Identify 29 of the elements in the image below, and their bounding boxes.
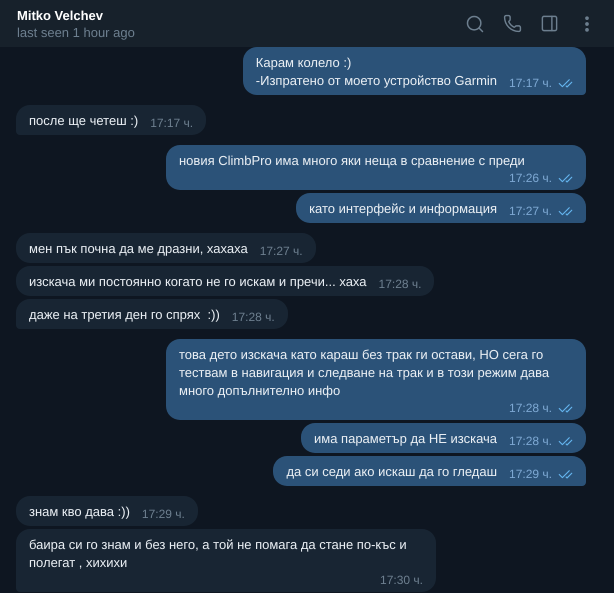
message-text: да си седи ако искаш да го гледаш [286, 463, 498, 481]
message-time: 17:29 ч. [142, 506, 185, 522]
message-text: изскача ми постоянно когато не го искам и пречи... хаха [29, 273, 367, 291]
message-time: 17:28 ч. [509, 400, 552, 416]
message-text: после ще четеш :) [29, 112, 138, 130]
message-text: мен пък почна да ме дразни, хахаха [29, 240, 248, 258]
search-icon[interactable] [465, 14, 485, 34]
message-text: даже на третия ден го спрях :)) [29, 306, 220, 324]
phone-icon[interactable] [503, 14, 522, 33]
message-time: 17:28 ч. [378, 276, 422, 292]
message-time: 17:26 ч. [509, 170, 552, 186]
message-time: 17:17 ч. [150, 115, 194, 131]
message-time: 17:27 ч. [260, 243, 303, 259]
sidebar-toggle-icon[interactable] [540, 14, 559, 33]
message-text: има параметър да НЕ изскача [314, 430, 498, 448]
last-seen-status: last seen 1 hour ago [17, 24, 136, 40]
message-text: това дето изскача като караш без трак ги остави, НО сега го тествам в навигация и следване на трак и в този режим дава много допълнително инфо [179, 346, 550, 400]
message-time: 17:17 ч. [509, 75, 552, 91]
message-time: 17:28 ч. [232, 309, 275, 325]
message-time: 17:30 ч. [380, 572, 423, 588]
message-time: 17:28 ч. [509, 433, 552, 449]
message-text: като интерфейс и информация [309, 200, 498, 218]
message-time: 17:27 ч. [509, 203, 552, 219]
contact-name[interactable]: Mitko Velchev [17, 6, 465, 24]
message-text: Карам колело :) -Изпратено от моето устройство Garmin [256, 54, 498, 90]
message-text: баира си го знам и без него, а той не помага да стане по-къс и полегат , хихихи [29, 536, 408, 572]
message-text: знам кво дава :)) [29, 503, 130, 521]
message-text: новия ClimbPro има много яки неща в сравнение с преди [179, 152, 526, 170]
message-time: 17:29 ч. [509, 466, 552, 482]
